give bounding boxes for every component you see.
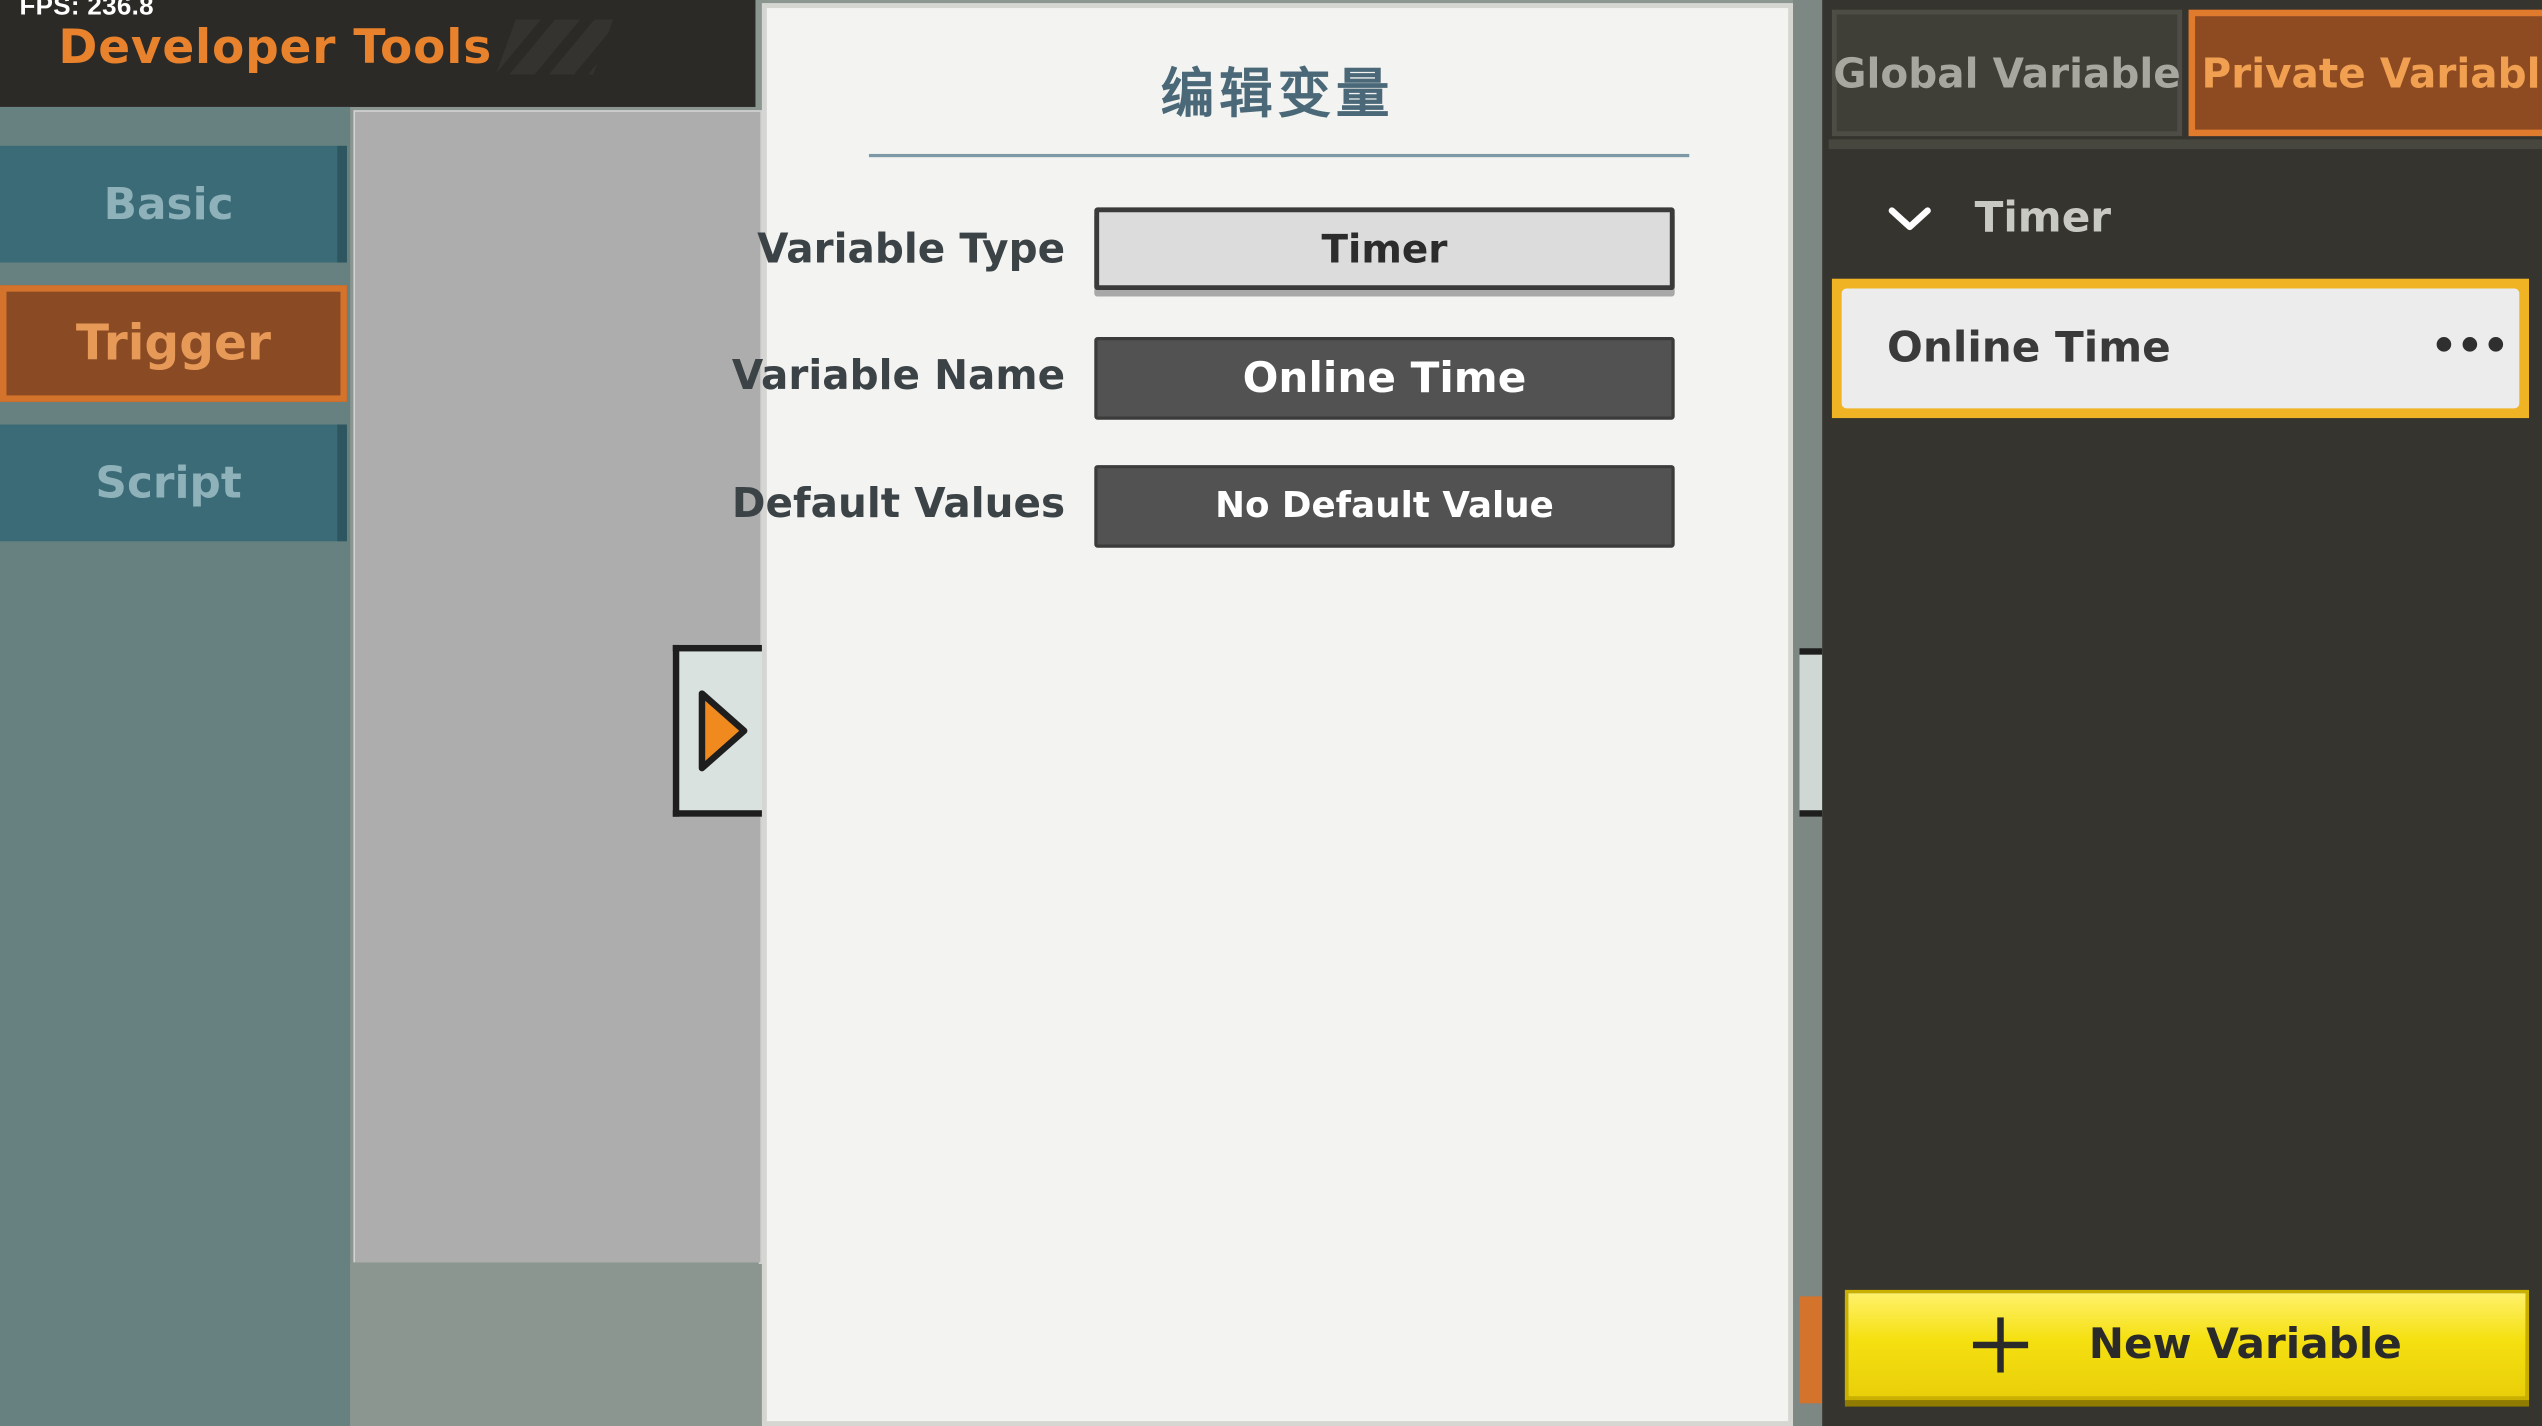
variable-type-label: Variable Type <box>757 225 1066 273</box>
default-value-value: No Default Value <box>1215 486 1554 527</box>
title-bar: FPS: 236.8 Developer Tools <box>0 0 756 107</box>
new-variable-label: New Variable <box>2088 1320 2402 1370</box>
variable-name-value: Online Time <box>1242 354 1527 403</box>
app-title: Developer Tools <box>58 19 493 75</box>
group-label: Timer <box>1974 194 2112 244</box>
variable-type-select[interactable]: Timer <box>1094 207 1675 291</box>
more-horizontal-icon[interactable] <box>2436 337 2504 352</box>
play-triangle-icon <box>698 690 748 772</box>
tab-private-variable[interactable]: Private Variable <box>2188 9 2542 137</box>
variables-panel: Global Variable Private Variable Timer O… <box>1822 0 2542 1426</box>
play-toggle-button[interactable] <box>672 644 764 817</box>
workspace-footer <box>350 1262 759 1426</box>
plus-icon <box>1973 1317 2029 1373</box>
variable-type-value: Timer <box>1321 226 1448 272</box>
variable-item[interactable]: Online Time <box>1831 278 2530 419</box>
sidebar-item-script[interactable]: Script <box>0 424 347 542</box>
variable-name-field[interactable]: Online Time <box>1094 337 1675 420</box>
title-divider <box>868 153 1690 158</box>
tabs-divider <box>1828 139 2542 150</box>
tab-global-variable[interactable]: Global Variable <box>1831 9 2183 137</box>
new-variable-button[interactable]: New Variable <box>1844 1289 2530 1401</box>
app-window: FPS: 236.8 Developer Tools Basic Trigger… <box>0 0 2542 1426</box>
decorative-stripe <box>495 19 614 75</box>
sidebar-item-basic[interactable]: Basic <box>0 145 347 263</box>
sidebar-item-label: Basic <box>103 179 234 230</box>
tab-label: Global Variable <box>1833 49 2181 97</box>
variable-name-label: Variable Name <box>731 351 1066 399</box>
variable-group-timer[interactable]: Timer <box>1887 194 2111 243</box>
sidebar-item-trigger[interactable]: Trigger <box>0 285 347 402</box>
default-value-field[interactable]: No Default Value <box>1094 465 1675 548</box>
sidebar-item-label: Trigger <box>75 315 272 372</box>
edit-variable-dialog: 编辑变量 Variable Type Timer Variable Name O… <box>732 3 1794 1426</box>
sidebar: Basic Trigger Script <box>0 106 351 1426</box>
sidebar-item-label: Script <box>95 457 242 509</box>
variable-item-name: Online Time <box>1887 324 2171 373</box>
variable-item-body: Online Time <box>1841 288 2520 409</box>
tab-label: Private Variable <box>2201 49 2542 97</box>
dialog-title: 编辑变量 <box>1160 61 1395 125</box>
hidden-panel-edge <box>1793 0 1823 1426</box>
default-values-label: Default Values <box>731 479 1066 527</box>
chevron-down-icon <box>1888 207 1931 231</box>
collapse-tab[interactable] <box>1799 648 1823 817</box>
hidden-orange-button[interactable] <box>1799 1296 1823 1404</box>
